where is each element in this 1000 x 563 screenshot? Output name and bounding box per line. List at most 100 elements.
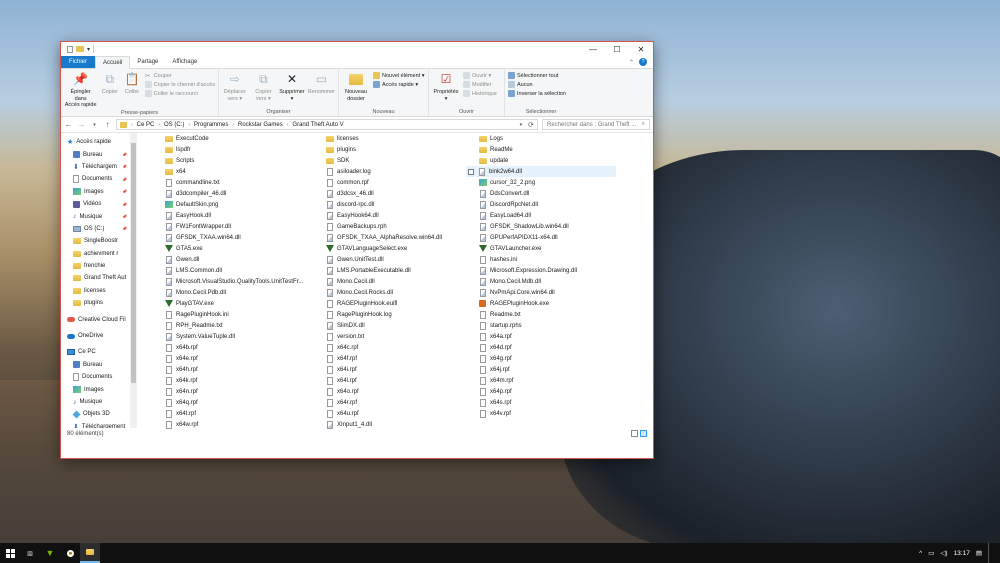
file-item[interactable]: GPUPerfAPIDX11-x64.dll — [476, 232, 616, 243]
edit-button[interactable]: Modifier — [463, 81, 497, 88]
file-item[interactable]: x64l.rpf — [323, 375, 442, 386]
file-item[interactable]: Mono.Cecil.Rocks.dll — [323, 287, 442, 298]
file-item[interactable]: PlayGTAV.exe — [162, 298, 303, 309]
file-item[interactable]: RagePluginHook.ini — [162, 309, 303, 320]
file-item[interactable]: x64k.rpf — [162, 375, 303, 386]
file-item[interactable]: GTA5.exe — [162, 243, 303, 254]
breadcrumb-rockstar-games[interactable]: Rockstar Games — [238, 122, 283, 128]
file-item[interactable]: EasyHook.dll — [162, 210, 303, 221]
breadcrumb-programmes[interactable]: Programmes — [194, 122, 228, 128]
sidebar-item-t-l-chargem[interactable]: ⬇ Téléchargem 📌 — [61, 161, 137, 173]
network-icon[interactable]: ▭ — [928, 549, 934, 557]
sidebar-item-documents[interactable]: Documents — [61, 371, 137, 383]
tab-partage[interactable]: Partage — [130, 56, 165, 68]
sidebar-item-vid-os[interactable]: Vidéos 📌 — [61, 198, 137, 210]
file-item[interactable]: GTAVLanguageSelect.exe — [323, 243, 442, 254]
move-to-button[interactable]: ⇨ Déplacer vers ▾ — [222, 71, 248, 108]
file-item[interactable]: x64u.rpf — [323, 408, 442, 419]
show-desktop-button[interactable] — [988, 543, 992, 563]
properties-qat-icon[interactable] — [67, 45, 73, 53]
file-item[interactable]: discord-rpc.dll — [323, 199, 442, 210]
sidebar-item-plugins[interactable]: plugins — [61, 297, 137, 309]
nvidia-app-icon[interactable]: ▼ — [40, 543, 60, 563]
sidebar-item-singleboostr[interactable]: SingleBoostr — [61, 235, 137, 247]
copy-path-button[interactable]: Copier le chemin d'accès — [144, 81, 215, 88]
sidebar-item-documents[interactable]: Documents 📌 — [61, 173, 137, 185]
file-item[interactable]: ReadMe — [476, 144, 616, 155]
minimize-button[interactable]: — — [581, 42, 605, 56]
search-box[interactable]: Rechercher dans : Grand Theft ... ⌕ — [542, 119, 650, 130]
sidebar-item-t-l-chargement[interactable]: ⬇ Téléchargement — [61, 421, 137, 428]
notifications-icon[interactable]: ▤ — [976, 549, 982, 557]
sidebar-item-bureau[interactable]: Bureau 📌 — [61, 148, 137, 160]
rename-button[interactable]: ▭ Renommer — [308, 71, 335, 108]
close-button[interactable]: ✕ — [629, 42, 653, 56]
properties-button[interactable]: ☑ Propriétés ▾ — [432, 71, 460, 108]
file-item[interactable]: update — [476, 155, 616, 166]
refresh-icon[interactable]: ⟳ — [528, 121, 534, 129]
sidebar-item-bureau[interactable]: Bureau — [61, 359, 137, 371]
maximize-button[interactable]: ☐ — [605, 42, 629, 56]
file-item[interactable]: x64d.rpf — [476, 342, 616, 353]
back-arrow-icon[interactable]: ← — [64, 120, 73, 129]
file-item[interactable]: hashes.ini — [476, 254, 616, 265]
file-item[interactable]: licenses — [323, 133, 442, 144]
file-item[interactable]: Mono.Cecil.dll — [323, 276, 442, 287]
large-icons-view-icon[interactable] — [640, 430, 647, 437]
nav-scrollbar-thumb[interactable] — [131, 143, 136, 383]
copy-to-button[interactable]: ⧉ Copier vers ▾ — [251, 71, 277, 108]
sidebar-item-frenchie[interactable]: frenchie — [61, 260, 137, 272]
file-item[interactable]: d3dcompiler_46.dll — [162, 188, 303, 199]
sidebar-item-grand-theft-aut[interactable]: Grand Theft Aut — [61, 272, 137, 284]
file-item[interactable]: x64f.rpf — [323, 353, 442, 364]
file-item[interactable]: lspdfr — [162, 144, 303, 155]
file-item[interactable]: GTAVLauncher.exe — [476, 243, 616, 254]
sidebar-item-ce-pc[interactable]: Ce PC — [61, 346, 137, 358]
easy-access-button[interactable]: Accès rapide ▾ — [373, 81, 425, 88]
sidebar-item-os-c-[interactable]: OS (C:) 📌 — [61, 223, 137, 235]
file-item[interactable]: cursor_32_2.png — [476, 177, 616, 188]
sidebar-item-images[interactable]: Images — [61, 383, 137, 395]
address-bar[interactable]: › Ce PC › OS (C:) › Programmes › Rocksta… — [116, 119, 538, 130]
file-item[interactable]: x64o.rpf — [323, 386, 442, 397]
invert-selection-button[interactable]: Inverser la sélection — [508, 90, 566, 97]
sidebar-item-musique[interactable]: ♪ Musique — [61, 396, 137, 408]
breadcrumb-gta-v[interactable]: Grand Theft Auto V — [292, 122, 343, 128]
file-item[interactable]: RAGEPluginHook.euifl — [323, 298, 442, 309]
file-item[interactable]: RAGEPluginHook.exe — [476, 298, 616, 309]
file-item[interactable]: GFSDK_TXAA.win64.dll — [162, 232, 303, 243]
new-folder-button[interactable]: Nouveau dossier — [342, 71, 370, 108]
cut-button[interactable]: ✂ Couper — [145, 72, 215, 81]
select-none-button[interactable]: Aucun — [508, 81, 566, 88]
nav-scrollbar[interactable] — [130, 133, 137, 428]
file-item[interactable]: Logs — [476, 133, 616, 144]
open-button[interactable]: Ouvrir ▾ — [463, 72, 497, 79]
new-item-button[interactable]: Nouvel élément ▾ — [373, 72, 425, 79]
tab-accueil[interactable]: Accueil — [95, 56, 131, 69]
sidebar-item-licenses[interactable]: licenses — [61, 285, 137, 297]
file-item[interactable]: SDK — [323, 155, 442, 166]
file-item[interactable]: Microsoft.VisualStudio.QualityTools.Unit… — [162, 276, 303, 287]
file-item[interactable]: DiscordRpcNet.dll — [476, 199, 616, 210]
file-item[interactable]: Gwen.dll — [162, 254, 303, 265]
history-button[interactable]: Historique — [463, 90, 497, 97]
file-item[interactable]: Mono.Cecil.Mdb.dll — [476, 276, 616, 287]
file-item[interactable]: FW1FontWrapper.dll — [162, 221, 303, 232]
file-item[interactable]: x64j.rpf — [476, 364, 616, 375]
file-item[interactable]: x64i.rpf — [323, 364, 442, 375]
file-item[interactable]: d3dcsx_46.dll — [323, 188, 442, 199]
file-item[interactable]: x64p.rpf — [476, 386, 616, 397]
file-item[interactable]: x64m.rpf — [476, 375, 616, 386]
file-item[interactable]: Microsoft.Expression.Drawing.dll — [476, 265, 616, 276]
file-item[interactable]: Gwen.UnitTest.dll — [323, 254, 442, 265]
file-item[interactable]: plugins — [323, 144, 442, 155]
file-item[interactable]: Readme.txt — [476, 309, 616, 320]
checkbox-icon[interactable] — [468, 168, 474, 175]
select-all-button[interactable]: Sélectionner tout — [508, 72, 566, 79]
sidebar-item-musique[interactable]: ♪ Musique 📌 — [61, 210, 137, 222]
file-item[interactable]: DefaultSkin.png — [162, 199, 303, 210]
file-item[interactable]: SlimDX.dll — [323, 320, 442, 331]
task-view-icon[interactable]: ⧈ — [20, 543, 40, 563]
sidebar-item-objets-3d[interactable]: Objets 3D — [61, 408, 137, 420]
sidebar-item-achievment-r[interactable]: achievment r — [61, 248, 137, 260]
